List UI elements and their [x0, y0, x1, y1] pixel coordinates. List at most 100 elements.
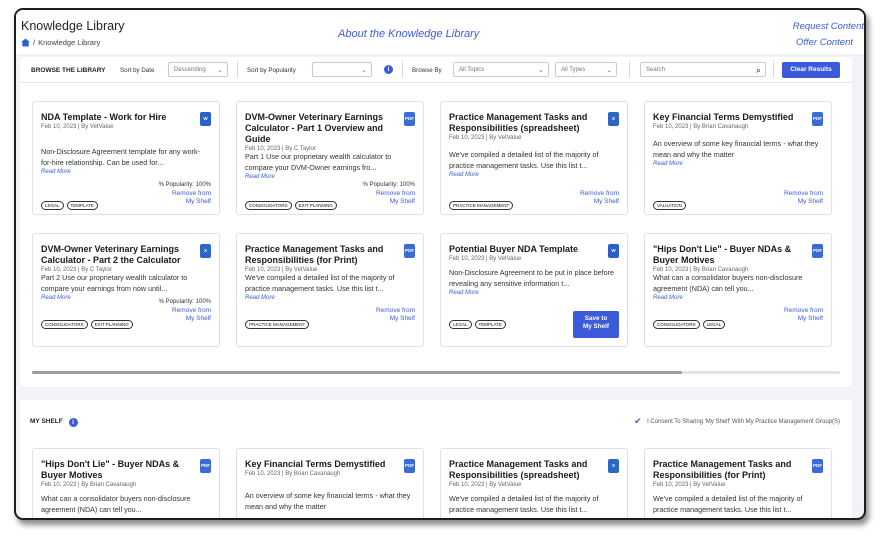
- home-icon[interactable]: [21, 38, 30, 47]
- read-more-link[interactable]: Read More: [245, 295, 415, 301]
- tag-list: LEGAL TEMPLATE: [41, 201, 98, 210]
- excel-icon: X: [608, 112, 619, 126]
- card-title[interactable]: DVM-Owner Veterinary Earnings Calculator…: [41, 244, 199, 266]
- tag[interactable]: LEGAL: [449, 320, 472, 329]
- remove-from-shelf-link[interactable]: Remove from My Shelf: [580, 190, 619, 206]
- card-title[interactable]: NDA Template - Work for Hire: [41, 112, 199, 123]
- tag[interactable]: LEGAL: [702, 320, 726, 329]
- sort-popularity-select[interactable]: ⌄: [312, 62, 372, 77]
- sort-date-value: Descending: [174, 67, 206, 73]
- library-card[interactable]: Practice Management Tasks and Responsibi…: [440, 101, 628, 215]
- read-more-link[interactable]: Read More: [41, 169, 211, 175]
- card-description: What can a consolidator buyers non-discl…: [41, 494, 191, 514]
- tag[interactable]: PRACTICE MANAGEMENT: [245, 320, 310, 329]
- tag[interactable]: VALUATION: [653, 201, 686, 210]
- shelf-card[interactable]: Practice Management Tasks and Responsibi…: [440, 448, 628, 518]
- app-window: Knowledge Library / Knowledge Library Ab…: [14, 8, 866, 520]
- read-more-link[interactable]: Read More: [449, 290, 619, 296]
- card-description: An overview of some key financial terms …: [653, 139, 819, 159]
- library-card[interactable]: Key Financial Terms Demystified Feb 10, …: [644, 101, 832, 215]
- card-title[interactable]: Practice Management Tasks and Responsibi…: [653, 459, 811, 481]
- consent-checkbox[interactable]: ✔ I Consent To Sharing 'My Shelf' With M…: [634, 417, 840, 426]
- consent-label: I Consent To Sharing 'My Shelf' With My …: [647, 418, 840, 425]
- read-more-link[interactable]: Read More: [653, 161, 823, 167]
- library-card[interactable]: Practice Management Tasks and Responsibi…: [236, 233, 424, 347]
- library-card[interactable]: DVM-Owner Veterinary Earnings Calculator…: [32, 233, 220, 347]
- breadcrumb: / Knowledge Library: [21, 38, 100, 47]
- tag[interactable]: EXIT PLANNING: [294, 201, 337, 210]
- save-to-shelf-button[interactable]: Save to My Shelf: [573, 311, 619, 338]
- card-title[interactable]: Practice Management Tasks and Responsibi…: [245, 244, 403, 266]
- card-meta: Feb 10, 2023 | By VetValue: [41, 124, 114, 130]
- remove-from-shelf-link[interactable]: Remove from My Shelf: [172, 190, 211, 206]
- action-line-2: My Shelf: [797, 315, 823, 322]
- read-more-link[interactable]: Read More: [449, 172, 619, 178]
- card-description: We've compiled a detailed list of the ma…: [449, 494, 599, 514]
- library-card[interactable]: NDA Template - Work for Hire Feb 10, 202…: [32, 101, 220, 215]
- header-bar: Knowledge Library / Knowledge Library Ab…: [16, 10, 864, 54]
- tag[interactable]: TEMPLATE: [66, 201, 98, 210]
- info-icon[interactable]: i: [68, 418, 78, 427]
- search-icon[interactable]: ⌕: [756, 65, 761, 76]
- shelf-card[interactable]: Practice Management Tasks and Responsibi…: [644, 448, 832, 518]
- horizontal-scrollbar-thumb[interactable]: [32, 371, 682, 374]
- types-select[interactable]: All Types ⌄: [555, 62, 617, 77]
- read-more-link[interactable]: Read More: [653, 295, 823, 301]
- tag[interactable]: TEMPLATE: [474, 320, 506, 329]
- card-title[interactable]: DVM-Owner Veterinary Earnings Calculator…: [245, 112, 403, 145]
- tag[interactable]: LEGAL: [41, 201, 64, 210]
- card-meta: Feb 10, 2023 | By VetValue: [449, 135, 522, 141]
- offer-content-link[interactable]: Offer Content: [796, 37, 853, 48]
- topics-select[interactable]: All Topics ⌄: [453, 62, 549, 77]
- divider: [237, 62, 238, 78]
- card-title[interactable]: "Hips Don't Lie" - Buyer NDAs & Buyer Mo…: [41, 459, 199, 481]
- about-link[interactable]: About the Knowledge Library: [338, 28, 479, 40]
- popularity-text: % Popularity: 100%: [362, 182, 415, 188]
- card-title[interactable]: Potential Buyer NDA Template: [449, 244, 607, 255]
- card-title[interactable]: "Hips Don't Lie" - Buyer NDAs & Buyer Mo…: [653, 244, 811, 266]
- tag-list: PRACTICE MANAGEMENT: [245, 320, 310, 329]
- search-input[interactable]: Search ⌕: [640, 62, 766, 77]
- remove-from-shelf-link[interactable]: Remove from My Shelf: [376, 307, 415, 323]
- library-panel: BROWSE THE LIBRARY Sort by Date Descendi…: [20, 57, 852, 387]
- browse-library-label: BROWSE THE LIBRARY: [31, 67, 106, 74]
- tag[interactable]: EXIT PLANNING: [90, 320, 133, 329]
- my-shelf-label: MY SHELF: [30, 418, 63, 425]
- card-description: We've compiled a detailed list of the ma…: [245, 273, 395, 293]
- remove-from-shelf-link[interactable]: Remove from My Shelf: [172, 307, 211, 323]
- remove-from-shelf-link[interactable]: Remove from My Shelf: [784, 307, 823, 323]
- card-meta: Feb 10, 2023 | By Brian Cavanaugh: [41, 482, 137, 488]
- action-line-2: My Shelf: [389, 198, 415, 205]
- checkmark-icon[interactable]: ✔: [634, 417, 643, 426]
- remove-from-shelf-link[interactable]: Remove from My Shelf: [784, 190, 823, 206]
- library-card[interactable]: DVM-Owner Veterinary Earnings Calculator…: [236, 101, 424, 215]
- search-placeholder: Search: [646, 67, 666, 73]
- remove-from-shelf-link[interactable]: Remove from My Shelf: [376, 190, 415, 206]
- card-title[interactable]: Practice Management Tasks and Responsibi…: [449, 459, 607, 481]
- tag[interactable]: PRACTICE MANAGEMENT: [449, 201, 514, 210]
- card-meta: Feb 10, 2023 | By VetValue: [449, 482, 522, 488]
- breadcrumb-current[interactable]: Knowledge Library: [38, 38, 100, 47]
- pdf-icon: PDF: [812, 112, 823, 126]
- card-title[interactable]: Key Financial Terms Demystified: [653, 112, 811, 123]
- card-title[interactable]: Key Financial Terms Demystified: [245, 459, 403, 470]
- tag[interactable]: CONSOLIDATORS: [41, 320, 88, 329]
- excel-icon: X: [200, 244, 211, 258]
- request-content-link[interactable]: Request Content: [793, 21, 864, 32]
- shelf-card[interactable]: "Hips Don't Lie" - Buyer NDAs & Buyer Mo…: [32, 448, 220, 518]
- types-value: All Types: [561, 67, 586, 73]
- clear-results-button[interactable]: Clear Results: [782, 62, 840, 78]
- library-card[interactable]: "Hips Don't Lie" - Buyer NDAs & Buyer Mo…: [644, 233, 832, 347]
- card-description: What can a consolidator buyers non-discl…: [653, 273, 803, 293]
- pdf-icon: PDF: [404, 112, 415, 126]
- card-title[interactable]: Practice Management Tasks and Responsibi…: [449, 112, 607, 134]
- shelf-card[interactable]: Key Financial Terms Demystified Feb 10, …: [236, 448, 424, 518]
- sort-date-select[interactable]: Descending ⌄: [168, 62, 228, 77]
- read-more-link[interactable]: Read More: [245, 174, 415, 180]
- card-meta: Feb 10, 2023 | By Brian Cavanaugh: [245, 471, 341, 477]
- action-line-1: Remove from: [783, 307, 823, 314]
- info-icon[interactable]: i: [384, 65, 393, 74]
- tag[interactable]: CONSOLIDATORS: [245, 201, 292, 210]
- tag[interactable]: CONSOLIDATORS: [653, 320, 700, 329]
- library-card[interactable]: Potential Buyer NDA Template Feb 10, 202…: [440, 233, 628, 347]
